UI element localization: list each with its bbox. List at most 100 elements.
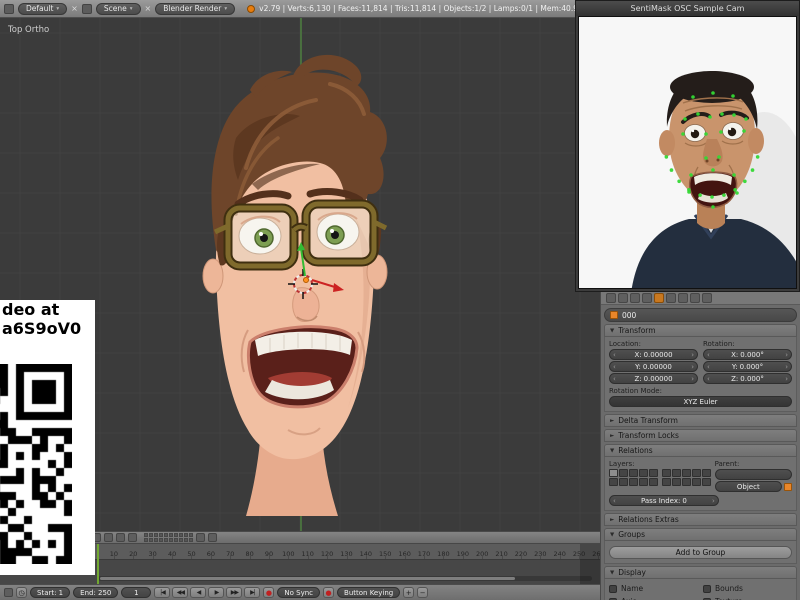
insert-keyframe-icon[interactable]: + (403, 587, 414, 598)
webcam-window-titlebar[interactable]: SentiMask OSC Sample Cam (576, 1, 799, 16)
parent-object-icon[interactable] (784, 483, 792, 491)
scene-icon[interactable] (82, 4, 92, 14)
horizontal-scrollbar[interactable] (98, 576, 592, 581)
layer-toggle[interactable] (639, 478, 648, 486)
snap-icon[interactable] (196, 533, 205, 542)
panel-header-display[interactable]: ▼ Display (604, 566, 797, 579)
next-keyframe-button[interactable]: ▶▶ (226, 587, 242, 598)
tab-world[interactable] (642, 293, 652, 303)
location-x-field[interactable]: X:0.00000 (609, 349, 698, 360)
close-scene-icon[interactable]: × (145, 5, 152, 13)
location-z-field[interactable]: Z:0.00000 (609, 373, 698, 384)
render-engine-dropdown[interactable]: Blender Render ▾ (155, 3, 235, 15)
tab-modifiers[interactable] (678, 293, 688, 303)
rotation-z-field[interactable]: Z:0.000° (703, 373, 792, 384)
layer-toggle[interactable] (609, 469, 618, 477)
layer-dot[interactable] (154, 533, 158, 537)
tab-constraints[interactable] (666, 293, 676, 303)
panel-header-relations-extras[interactable]: ► Relations Extras (604, 513, 797, 526)
layer-toggle[interactable] (662, 478, 671, 486)
layer-toggle[interactable] (702, 478, 711, 486)
tab-object-data[interactable] (690, 293, 700, 303)
render-opengl-icon[interactable] (208, 533, 217, 542)
layer-toggle[interactable] (672, 478, 681, 486)
bounds-checkbox[interactable]: Bounds (703, 582, 792, 595)
layer-dot[interactable] (184, 533, 188, 537)
record-button[interactable]: ● (263, 587, 274, 598)
scrollbar-thumb[interactable] (100, 577, 515, 580)
layer-dot[interactable] (179, 533, 183, 537)
layer-dot[interactable] (144, 538, 148, 542)
layer-dot[interactable] (169, 533, 173, 537)
tab-scene[interactable] (630, 293, 640, 303)
layer-dot[interactable] (174, 533, 178, 537)
layer-toggle[interactable] (609, 478, 618, 486)
panel-header-delta-transform[interactable]: ► Delta Transform (604, 414, 797, 427)
jump-to-start-button[interactable]: |◀ (154, 587, 170, 598)
layer-dot[interactable] (144, 533, 148, 537)
layer-dot[interactable] (164, 538, 168, 542)
object-name-field[interactable]: 000 (604, 308, 797, 322)
prev-keyframe-button[interactable]: ◀◀ (172, 587, 188, 598)
layer-toggle[interactable] (649, 478, 658, 486)
frame-end-field[interactable]: End: 250 (73, 587, 118, 598)
tab-render[interactable] (606, 293, 616, 303)
layer-dot[interactable] (159, 538, 163, 542)
close-layout-icon[interactable]: × (71, 5, 78, 13)
rotation-mode-dropdown[interactable]: XYZ Euler (609, 396, 792, 407)
layer-toggle[interactable] (692, 469, 701, 477)
manipulator-scale-icon[interactable] (128, 533, 137, 542)
layer-selector[interactable] (144, 533, 193, 542)
layer-toggle[interactable] (629, 469, 638, 477)
layer-toggle[interactable] (682, 469, 691, 477)
layer-dot[interactable] (174, 538, 178, 542)
pass-index-field[interactable]: Pass Index:0 (609, 495, 719, 506)
keying-set-dropdown[interactable]: Button Keying (337, 587, 400, 598)
texture-checkbox[interactable]: Texture (703, 595, 792, 600)
manipulator-rotate-icon[interactable] (116, 533, 125, 542)
location-y-field[interactable]: Y:0.00000 (609, 361, 698, 372)
layer-dot[interactable] (189, 538, 193, 542)
name-checkbox[interactable]: Name (609, 582, 698, 595)
sync-mode-dropdown[interactable]: No Sync (277, 587, 320, 598)
preview-range-icon[interactable]: ◷ (16, 587, 27, 598)
layer-toggle[interactable] (692, 478, 701, 486)
axis-checkbox[interactable]: Axis (609, 595, 698, 600)
play-reverse-button[interactable]: ◀ (190, 587, 206, 598)
layer-dot[interactable] (159, 533, 163, 537)
add-to-group-button[interactable]: Add to Group (609, 546, 792, 559)
jump-to-end-button[interactable]: ▶| (244, 587, 260, 598)
layer-dot[interactable] (179, 538, 183, 542)
layer-toggle[interactable] (639, 469, 648, 477)
current-frame-field[interactable]: 1 (121, 587, 151, 598)
screen-layout-icon[interactable] (4, 4, 14, 14)
layer-toggle[interactable] (702, 469, 711, 477)
checkbox-icon[interactable] (609, 585, 617, 593)
layer-dot[interactable] (154, 538, 158, 542)
layer-dot[interactable] (149, 538, 153, 542)
layer-dot[interactable] (184, 538, 188, 542)
panel-header-relations[interactable]: ▼ Relations (604, 444, 797, 457)
parent-type-dropdown[interactable]: Object (715, 481, 782, 492)
scene-dropdown[interactable]: Scene ▾ (96, 3, 141, 15)
panel-header-transform-locks[interactable]: ► Transform Locks (604, 429, 797, 442)
manipulator-translate-icon[interactable] (104, 533, 113, 542)
layer-dot[interactable] (189, 533, 193, 537)
auto-keyframe-button[interactable]: ● (323, 587, 334, 598)
layer-toggle[interactable] (619, 478, 628, 486)
delete-keyframe-icon[interactable]: − (417, 587, 428, 598)
checkbox-icon[interactable] (703, 585, 711, 593)
layer-toggle[interactable] (649, 469, 658, 477)
layer-toggle[interactable] (619, 469, 628, 477)
panel-header-groups[interactable]: ▼ Groups (604, 528, 797, 541)
layer-toggle[interactable] (672, 469, 681, 477)
parent-field[interactable] (715, 469, 792, 480)
screen-layout-dropdown[interactable]: Default ▾ (18, 3, 67, 15)
layer-toggle[interactable] (682, 478, 691, 486)
layer-toggle[interactable] (662, 469, 671, 477)
tab-render-layers[interactable] (618, 293, 628, 303)
tab-material[interactable] (702, 293, 712, 303)
layer-dot[interactable] (149, 533, 153, 537)
layer-toggle[interactable] (629, 478, 638, 486)
layer-dot[interactable] (169, 538, 173, 542)
